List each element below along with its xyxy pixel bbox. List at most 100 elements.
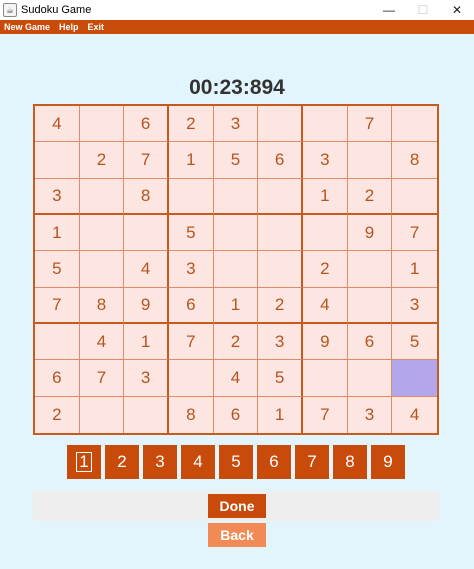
sudoku-cell-r8-c5[interactable]: 4: [213, 360, 259, 397]
sudoku-cell-r7-c2[interactable]: 4: [79, 323, 125, 361]
sudoku-cell-r5-c2[interactable]: [79, 251, 125, 288]
number-button-6[interactable]: 6: [257, 445, 291, 479]
sudoku-cell-r7-c3[interactable]: 1: [124, 323, 169, 361]
sudoku-cell-r7-c7[interactable]: 9: [303, 323, 348, 361]
sudoku-cell-r6-c8[interactable]: [347, 287, 393, 324]
sudoku-cell-r5-c3[interactable]: 4: [124, 251, 169, 288]
sudoku-cell-r7-c8[interactable]: 6: [347, 323, 393, 361]
sudoku-cell-r5-c7[interactable]: 2: [303, 251, 348, 288]
sudoku-cell-r3-c4[interactable]: [169, 178, 214, 215]
sudoku-cell-r3-c2[interactable]: [79, 178, 125, 215]
sudoku-cell-r9-c7[interactable]: 7: [303, 396, 348, 433]
sudoku-cell-r6-c6[interactable]: 2: [258, 287, 303, 324]
sudoku-cell-r2-c4[interactable]: 1: [169, 142, 214, 179]
sudoku-cell-r9-c6[interactable]: 1: [258, 396, 303, 433]
sudoku-cell-r3-c9[interactable]: [392, 178, 437, 215]
sudoku-cell-r3-c5[interactable]: [213, 178, 259, 215]
sudoku-cell-r9-c9[interactable]: 4: [392, 396, 437, 433]
sudoku-cell-r6-c5[interactable]: 1: [213, 287, 259, 324]
done-button[interactable]: Done: [208, 494, 266, 518]
sudoku-cell-r8-c8[interactable]: [347, 360, 393, 397]
close-icon[interactable]: ✕: [440, 0, 474, 20]
sudoku-cell-r6-c3[interactable]: 9: [124, 287, 169, 324]
sudoku-cell-r1-c1[interactable]: 4: [35, 106, 80, 143]
sudoku-cell-r5-c6[interactable]: [258, 251, 303, 288]
sudoku-cell-r4-c8[interactable]: 9: [347, 214, 393, 252]
number-button-1[interactable]: 1: [67, 445, 101, 479]
sudoku-cell-r6-c1[interactable]: 7: [35, 287, 80, 324]
sudoku-cell-r4-c5[interactable]: [213, 214, 259, 252]
back-button[interactable]: Back: [208, 523, 266, 547]
sudoku-cell-r5-c8[interactable]: [347, 251, 393, 288]
number-button-3[interactable]: 3: [143, 445, 177, 479]
sudoku-cell-r5-c1[interactable]: 5: [35, 251, 80, 288]
sudoku-cell-r2-c1[interactable]: [35, 142, 80, 179]
sudoku-cell-r3-c7[interactable]: 1: [303, 178, 348, 215]
sudoku-cell-r3-c1[interactable]: 3: [35, 178, 80, 215]
sudoku-cell-r1-c6[interactable]: [258, 106, 303, 143]
sudoku-cell-r2-c6[interactable]: 6: [258, 142, 303, 179]
number-button-9[interactable]: 9: [371, 445, 405, 479]
sudoku-cell-r5-c5[interactable]: [213, 251, 259, 288]
sudoku-cell-r8-c1[interactable]: 6: [35, 360, 80, 397]
sudoku-cell-r4-c7[interactable]: [303, 214, 348, 252]
number-button-5[interactable]: 5: [219, 445, 253, 479]
sudoku-cell-r3-c8[interactable]: 2: [347, 178, 393, 215]
game-timer: 00:23:894: [189, 76, 285, 99]
sudoku-cell-r8-c6[interactable]: 5: [258, 360, 303, 397]
sudoku-cell-r4-c4[interactable]: 5: [169, 214, 214, 252]
sudoku-cell-r2-c3[interactable]: 7: [124, 142, 169, 179]
sudoku-cell-r8-c3[interactable]: 3: [124, 360, 169, 397]
sudoku-cell-r8-c4[interactable]: [169, 360, 214, 397]
menu-exit[interactable]: Exit: [88, 22, 105, 32]
sudoku-cell-r9-c4[interactable]: 8: [169, 396, 214, 433]
sudoku-cell-r2-c9[interactable]: 8: [392, 142, 437, 179]
sudoku-cell-r4-c6[interactable]: [258, 214, 303, 252]
sudoku-cell-r1-c4[interactable]: 2: [169, 106, 214, 143]
sudoku-cell-r5-c9[interactable]: 1: [392, 251, 437, 288]
number-button-8[interactable]: 8: [333, 445, 367, 479]
sudoku-cell-r6-c4[interactable]: 6: [169, 287, 214, 324]
sudoku-cell-r1-c2[interactable]: [79, 106, 125, 143]
sudoku-cell-r7-c9[interactable]: 5: [392, 323, 437, 361]
sudoku-cell-r2-c5[interactable]: 5: [213, 142, 259, 179]
sudoku-cell-r3-c3[interactable]: 8: [124, 178, 169, 215]
sudoku-cell-r6-c7[interactable]: 4: [303, 287, 348, 324]
sudoku-cell-r8-c9[interactable]: [392, 360, 437, 397]
menu-bar: New Game Help Exit: [0, 20, 474, 34]
sudoku-cell-r4-c3[interactable]: [124, 214, 169, 252]
sudoku-cell-r6-c2[interactable]: 8: [79, 287, 125, 324]
sudoku-cell-r9-c3[interactable]: [124, 396, 169, 433]
sudoku-cell-r4-c9[interactable]: 7: [392, 214, 437, 252]
sudoku-cell-r7-c4[interactable]: 7: [169, 323, 214, 361]
sudoku-cell-r9-c5[interactable]: 6: [213, 396, 259, 433]
menu-help[interactable]: Help: [59, 22, 79, 32]
minimize-icon[interactable]: —: [372, 0, 406, 20]
sudoku-cell-r1-c8[interactable]: 7: [347, 106, 393, 143]
sudoku-cell-r8-c7[interactable]: [303, 360, 348, 397]
sudoku-cell-r2-c8[interactable]: [347, 142, 393, 179]
sudoku-cell-r6-c9[interactable]: 3: [392, 287, 437, 324]
sudoku-cell-r5-c4[interactable]: 3: [169, 251, 214, 288]
sudoku-cell-r1-c9[interactable]: [392, 106, 437, 143]
sudoku-cell-r2-c2[interactable]: 2: [79, 142, 125, 179]
sudoku-cell-r1-c7[interactable]: [303, 106, 348, 143]
sudoku-cell-r1-c3[interactable]: 6: [124, 106, 169, 143]
sudoku-cell-r1-c5[interactable]: 3: [213, 106, 259, 143]
sudoku-cell-r9-c8[interactable]: 3: [347, 396, 393, 433]
number-button-2[interactable]: 2: [105, 445, 139, 479]
number-button-7[interactable]: 7: [295, 445, 329, 479]
number-button-label: 2: [117, 452, 127, 471]
sudoku-cell-r8-c2[interactable]: 7: [79, 360, 125, 397]
sudoku-cell-r4-c2[interactable]: [79, 214, 125, 252]
sudoku-cell-r9-c1[interactable]: 2: [35, 396, 80, 433]
sudoku-cell-r7-c6[interactable]: 3: [258, 323, 303, 361]
sudoku-cell-r2-c7[interactable]: 3: [303, 142, 348, 179]
sudoku-cell-r9-c2[interactable]: [79, 396, 125, 433]
menu-new-game[interactable]: New Game: [4, 22, 50, 32]
number-button-4[interactable]: 4: [181, 445, 215, 479]
sudoku-cell-r7-c5[interactable]: 2: [213, 323, 259, 361]
sudoku-cell-r7-c1[interactable]: [35, 323, 80, 361]
sudoku-cell-r4-c1[interactable]: 1: [35, 214, 80, 252]
sudoku-cell-r3-c6[interactable]: [258, 178, 303, 215]
